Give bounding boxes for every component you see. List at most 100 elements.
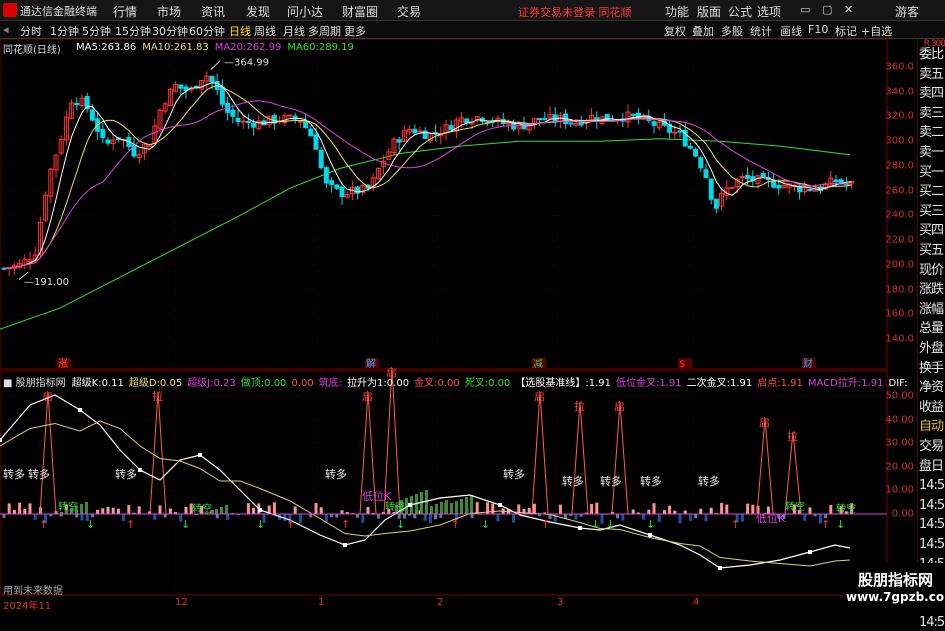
side-item-5[interactable]: 卖一: [919, 145, 945, 161]
indicator-bar: [663, 510, 666, 514]
side-item-29[interactable]: 14:5: [919, 615, 945, 631]
right-menu-4[interactable]: 游客: [895, 3, 919, 20]
indicator-item-10: 低位金叉:1.91: [616, 378, 682, 389]
tool-button-5[interactable]: F10: [808, 23, 828, 36]
event-tag-0[interactable]: 涨: [58, 358, 68, 370]
indicator-bar: [705, 514, 708, 521]
event-tag-4[interactable]: 财: [803, 357, 813, 370]
indicator-bar: [377, 514, 380, 519]
side-item-13[interactable]: 涨幅: [919, 302, 945, 318]
high-price-mark: —364.99: [224, 57, 269, 68]
period-tab-5[interactable]: 60分钟: [189, 23, 225, 39]
period-tab-3[interactable]: 15分钟: [115, 23, 151, 39]
menu-6[interactable]: 交易: [397, 3, 421, 20]
menu-1[interactable]: 市场: [157, 3, 181, 20]
right-menu-0[interactable]: 功能: [665, 3, 689, 20]
indicator-bar: [725, 505, 728, 514]
green-pillar: [215, 509, 218, 514]
indicator-bar: [112, 508, 115, 514]
period-tab-2[interactable]: 5分钟: [82, 23, 111, 39]
indicator-name[interactable]: ■ 股朋指标网: [3, 378, 66, 389]
tool-button-2[interactable]: 多股: [721, 23, 743, 39]
side-item-24[interactable]: 14:5: [919, 517, 945, 533]
right-menu-3[interactable]: 选项: [757, 3, 781, 20]
side-item-15[interactable]: 外盘: [919, 341, 945, 357]
side-item-10[interactable]: 买五: [919, 243, 945, 259]
period-tab-8[interactable]: 月线: [283, 23, 305, 39]
side-item-18[interactable]: 收益: [919, 400, 945, 416]
ma-label: MA20:: [215, 42, 247, 53]
tool-button-6[interactable]: 标记: [835, 23, 857, 39]
indicator-bar: [803, 514, 806, 521]
indicator-bar: [273, 502, 276, 514]
period-tab-9[interactable]: 多周期: [308, 23, 341, 39]
side-item-1[interactable]: 卖五: [919, 67, 945, 83]
indicator-value: 0.11: [102, 378, 124, 389]
menu-5[interactable]: 财富圈: [342, 3, 378, 20]
side-item-2[interactable]: 卖四: [919, 86, 945, 102]
side-item-22[interactable]: 14:5: [919, 478, 945, 494]
date-tick: 2: [437, 597, 443, 608]
period-tab-0[interactable]: 分时: [20, 23, 42, 39]
tool-button-1[interactable]: 叠加: [692, 23, 714, 39]
tool-button-3[interactable]: 统计: [750, 23, 772, 39]
sell-arrow-icon: ↓: [481, 518, 490, 531]
signal-zhuankong: 转空: [836, 502, 856, 515]
side-item-14[interactable]: 总量: [919, 321, 945, 337]
right-menu-2[interactable]: 公式: [728, 3, 752, 20]
side-item-25[interactable]: 14:5: [919, 537, 945, 553]
side-item-9[interactable]: 买四: [919, 223, 945, 239]
tool-button-0[interactable]: 复权: [664, 23, 686, 39]
period-tab-6[interactable]: 日线: [229, 23, 251, 39]
side-item-17[interactable]: 净资: [919, 380, 945, 396]
side-item-6[interactable]: 买一: [919, 165, 945, 181]
side-item-4[interactable]: 卖二: [919, 125, 945, 141]
indicator-bar: [746, 504, 749, 514]
menu-2[interactable]: 资讯: [201, 3, 225, 20]
menu-4[interactable]: 问小达: [287, 3, 323, 20]
maximize-icon[interactable]: ▢: [822, 3, 832, 16]
green-pillar: [465, 497, 468, 514]
minimize-icon[interactable]: ▭: [800, 3, 810, 16]
indicator-bar: [741, 514, 744, 522]
side-item-19[interactable]: 自动: [919, 419, 945, 435]
side-item-7[interactable]: 买二: [919, 184, 945, 200]
side-item-3[interactable]: 卖三: [919, 106, 945, 122]
period-tab-4[interactable]: 30分钟: [152, 23, 188, 39]
side-item-8[interactable]: 买三: [919, 204, 945, 220]
side-item-16[interactable]: 换手: [919, 361, 945, 377]
menu-0[interactable]: 行情: [113, 3, 137, 20]
stock-name[interactable]: 同花顺(日线): [3, 41, 61, 56]
chart-area[interactable]: 启拉启启启拉启启拉↑↓↑↓↓↑↑↓↑↓↑↓↓↓↑↑↓转多转多转多转多转多转多转多…: [0, 39, 888, 609]
right-menu-1[interactable]: 版面: [697, 3, 721, 20]
side-item-11[interactable]: 现价: [919, 263, 945, 279]
indicator-bar: [367, 507, 370, 514]
tool-button-7[interactable]: +自选: [861, 23, 892, 39]
indicator-bar: [75, 514, 78, 517]
close-icon[interactable]: ✕: [844, 3, 853, 16]
period-tab-7[interactable]: 周线: [254, 23, 276, 39]
tool-button-4[interactable]: 画线: [780, 23, 802, 39]
login-warning[interactable]: 证券交易未登录 同花顺: [518, 4, 632, 20]
side-item-12[interactable]: 涨跌: [919, 282, 945, 298]
side-item-21[interactable]: 盘日: [919, 459, 945, 475]
period-tab-10[interactable]: 更多: [344, 23, 366, 39]
indicator-bar: [81, 514, 84, 520]
quote-side-panel[interactable]: R 300委比卖五卖四卖三卖二卖一买一买二买三买四买五现价涨跌涨幅总量外盘换手净…: [917, 39, 945, 609]
green-pillar: [80, 504, 83, 514]
indicator-bar: [590, 504, 593, 514]
period-tab-1[interactable]: 1分钟: [50, 23, 79, 39]
event-tag-3[interactable]: $: [679, 359, 685, 370]
price-tick: 200.0: [885, 259, 914, 270]
sell-arrow-icon: ↓: [256, 518, 265, 531]
event-tag-2[interactable]: 减: [533, 358, 543, 370]
side-item-20[interactable]: 交易: [919, 439, 945, 455]
menu-3[interactable]: 发现: [246, 3, 270, 20]
side-item-0[interactable]: 委比: [919, 47, 945, 63]
side-item-23[interactable]: 14:5: [919, 498, 945, 514]
event-tag-1[interactable]: 解: [366, 357, 376, 370]
ma10-line: [4, 86, 852, 269]
indicator-label: 拉升为1:: [347, 378, 387, 389]
indicator-value: 1.91: [659, 378, 681, 389]
indicator-item-12: 启点:1.91: [757, 378, 803, 389]
